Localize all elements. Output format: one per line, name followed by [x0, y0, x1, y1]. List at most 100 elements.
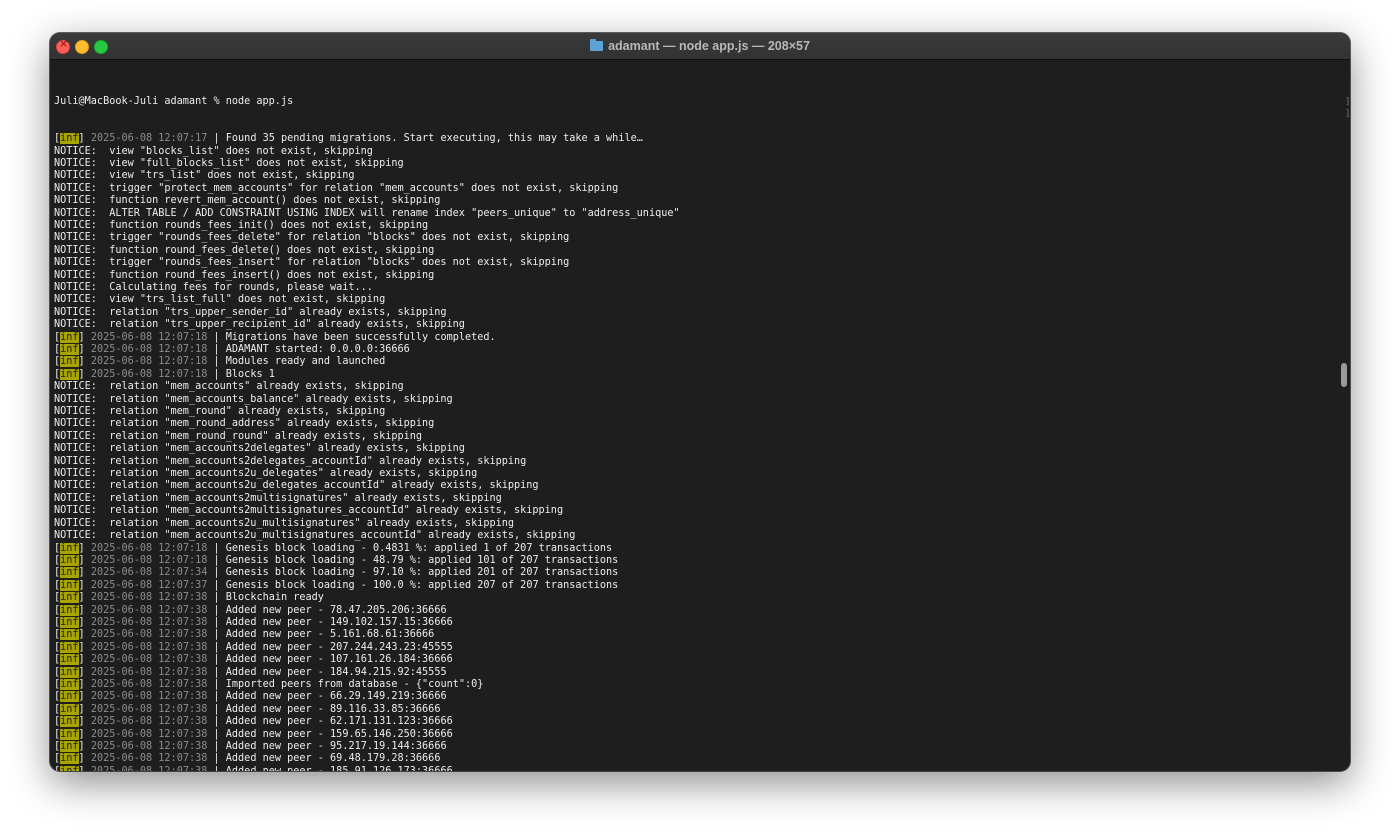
log-level-badge: inf [60, 331, 79, 343]
log-line-notice: NOTICE: view "full_blocks_list" does not… [54, 157, 404, 169]
log-level-badge: inf [60, 368, 79, 380]
log-line-notice: NOTICE: function rounds_fees_init() does… [54, 219, 429, 231]
log-level-badge: inf [60, 554, 79, 566]
log-line-notice: NOTICE: view "blocks_list" does not exis… [54, 145, 373, 157]
log-line-notice: NOTICE: relation "mem_accounts2u_multisi… [54, 517, 515, 529]
log-line-notice: NOTICE: relation "mem_accounts2u_delegat… [54, 468, 478, 480]
log-line-inf: [inf] 2025-06-08 12:07:38 | Added new pe… [54, 741, 447, 752]
log-timestamp: 2025-06-08 12:07:17 [90, 133, 208, 145]
log-message: Added new peer - 89.116.33.85:36666 [225, 703, 441, 715]
log-line-inf: [inf] 2025-06-08 12:07:18 | Genesis bloc… [54, 554, 619, 566]
log-timestamp: 2025-06-08 12:07:38 [90, 728, 208, 740]
log-line-notice: NOTICE: relation "trs_upper_recipient_id… [54, 319, 465, 331]
log-line-notice: NOTICE: trigger "protect_mem_accounts" f… [54, 182, 619, 194]
log-line-notice: NOTICE: relation "mem_accounts2u_delegat… [54, 480, 539, 492]
log-line-inf: [inf] 2025-06-08 12:07:18 | ADAMANT star… [54, 344, 410, 355]
log-message: Blockchain ready [225, 592, 324, 604]
log-line-inf: [inf] 2025-06-08 12:07:38 | Added new pe… [54, 641, 453, 653]
log-line-inf: [inf] 2025-06-08 12:07:38 | Added new pe… [54, 716, 453, 728]
log-level-badge: inf [60, 567, 79, 579]
scroll-edge-mark: ] [1345, 97, 1350, 107]
log-timestamp: 2025-06-08 12:07:38 [90, 592, 208, 604]
log-timestamp: 2025-06-08 12:07:18 [90, 356, 208, 368]
log-timestamp: 2025-06-08 12:07:38 [90, 678, 208, 690]
log-line-notice: NOTICE: trigger "rounds_fees_insert" for… [54, 257, 570, 269]
log-message: Imported peers from database - {"count":… [225, 678, 484, 690]
log-line-inf: [inf] 2025-06-08 12:07:38 | Added new pe… [54, 604, 447, 616]
log-timestamp: 2025-06-08 12:07:18 [90, 542, 208, 554]
window-title-text: adamant — node app.js — 208×57 [608, 39, 810, 53]
folder-icon [590, 39, 604, 51]
log-line-inf: [inf] 2025-06-08 12:07:38 | Added new pe… [54, 691, 447, 703]
log-timestamp: 2025-06-08 12:07:18 [90, 554, 208, 566]
log-timestamp: 2025-06-08 12:07:38 [90, 741, 208, 752]
log-message: Genesis block loading - 97.10 %: applied… [225, 567, 619, 579]
log-line-notice: NOTICE: view "trs_list" does not exist, … [54, 170, 355, 182]
log-level-badge: inf [60, 741, 79, 752]
log-timestamp: 2025-06-08 12:07:18 [90, 344, 208, 355]
log-line-inf: [inf] 2025-06-08 12:07:38 | Added new pe… [54, 765, 1334, 771]
log-level-badge: inf [60, 765, 79, 771]
log-line-inf: [inf] 2025-06-08 12:07:38 | Added new pe… [54, 654, 453, 666]
log-line-inf: [inf] 2025-06-08 12:07:38 | Blockchain r… [54, 592, 324, 604]
log-message: Genesis block loading - 0.4831 %: applie… [225, 542, 613, 554]
log-line-notice: NOTICE: function round_fees_delete() doe… [54, 244, 435, 256]
log-line-inf: [inf] 2025-06-08 12:07:38 | Added new pe… [54, 703, 441, 715]
log-timestamp: 2025-06-08 12:07:38 [90, 703, 208, 715]
log-line-notice: NOTICE: relation "mem_accounts" already … [54, 381, 404, 393]
log-line-notice: NOTICE: relation "mem_round" already exi… [54, 406, 386, 418]
log-level-badge: inf [60, 678, 79, 690]
log-level-badge: inf [60, 344, 79, 355]
log-line-inf: [inf] 2025-06-08 12:07:18 | Genesis bloc… [54, 542, 613, 554]
terminal-output[interactable]: Juli@MacBook-Juli adamant % node app.js … [54, 71, 1334, 771]
log-line-notice: NOTICE: relation "mem_accounts2u_multisi… [54, 530, 576, 542]
log-timestamp: 2025-06-08 12:07:38 [91, 766, 208, 771]
log-timestamp: 2025-06-08 12:07:38 [90, 604, 208, 616]
log-message: Added new peer - 107.161.26.184:36666 [225, 654, 453, 666]
log-message: Added new peer - 185.91.126.173:36666 [226, 766, 453, 771]
log-message: ADAMANT started: 0.0.0.0:36666 [225, 344, 410, 355]
log-timestamp: 2025-06-08 12:07:38 [90, 666, 208, 678]
log-line-notice: NOTICE: relation "mem_accounts2multisign… [54, 505, 564, 517]
log-line-notice: NOTICE: Calculating fees for rounds, ple… [54, 281, 373, 293]
log-timestamp: 2025-06-08 12:07:37 [90, 579, 208, 591]
log-level-badge: inf [60, 703, 79, 715]
title-bar[interactable]: adamant — node app.js — 208×57 [50, 33, 1350, 60]
log-timestamp: 2025-06-08 12:07:18 [90, 331, 208, 343]
log-timestamp: 2025-06-08 12:07:38 [90, 641, 208, 653]
log-level-badge: inf [60, 716, 79, 728]
log-timestamp: 2025-06-08 12:07:38 [90, 616, 208, 628]
log-timestamp: 2025-06-08 12:07:38 [90, 691, 208, 703]
log-level-badge: inf [60, 641, 79, 653]
log-level-badge: inf [60, 753, 79, 765]
log-level-badge: inf [60, 616, 79, 628]
log-level-badge: inf [60, 356, 79, 368]
log-line-notice: NOTICE: relation "trs_upper_sender_id" a… [54, 306, 447, 318]
log-line-inf: [inf] 2025-06-08 12:07:34 | Genesis bloc… [54, 567, 619, 579]
log-message: Added new peer - 95.217.19.144:36666 [225, 741, 447, 752]
log-line-inf: [inf] 2025-06-08 12:07:38 | Added new pe… [54, 753, 441, 765]
log-line-notice: NOTICE: relation "mem_accounts_balance" … [54, 393, 453, 405]
log-timestamp: 2025-06-08 12:07:38 [90, 753, 208, 765]
log-line-notice: NOTICE: relation "mem_round_address" alr… [54, 418, 435, 430]
log-level-badge: inf [60, 542, 79, 554]
log-message: Genesis block loading - 100.0 %: applied… [225, 579, 619, 591]
log-message: Blocks 1 [225, 368, 275, 380]
terminal-window[interactable]: adamant — node app.js — 208×57 Juli@MacB… [50, 33, 1350, 771]
log-message: Added new peer - 184.94.215.92:45555 [225, 666, 447, 678]
log-line-notice: NOTICE: function round_fees_insert() doe… [54, 269, 435, 281]
log-timestamp: 2025-06-08 12:07:34 [90, 567, 208, 579]
log-level-badge: inf [60, 604, 79, 616]
log-message: Added new peer - 78.47.205.206:36666 [225, 604, 447, 616]
log-level-badge: inf [60, 133, 79, 145]
log-level-badge: inf [60, 691, 79, 703]
scrollbar-thumb[interactable] [1341, 363, 1347, 387]
log-level-badge: inf [60, 654, 79, 666]
log-line-inf: [inf] 2025-06-08 12:07:17 | Found 35 pen… [54, 133, 643, 145]
log-line-inf: [inf] 2025-06-08 12:07:38 | Added new pe… [54, 616, 453, 628]
log-line-inf: [inf] 2025-06-08 12:07:38 | Imported pee… [54, 678, 484, 690]
log-message: Added new peer - 69.48.179.28:36666 [225, 753, 441, 765]
log-line-notice: NOTICE: relation "mem_round_round" alrea… [54, 430, 423, 442]
log-line-inf: [inf] 2025-06-08 12:07:18 | Blocks 1 [54, 368, 275, 380]
scroll-edge-mark: ] [1345, 109, 1350, 119]
